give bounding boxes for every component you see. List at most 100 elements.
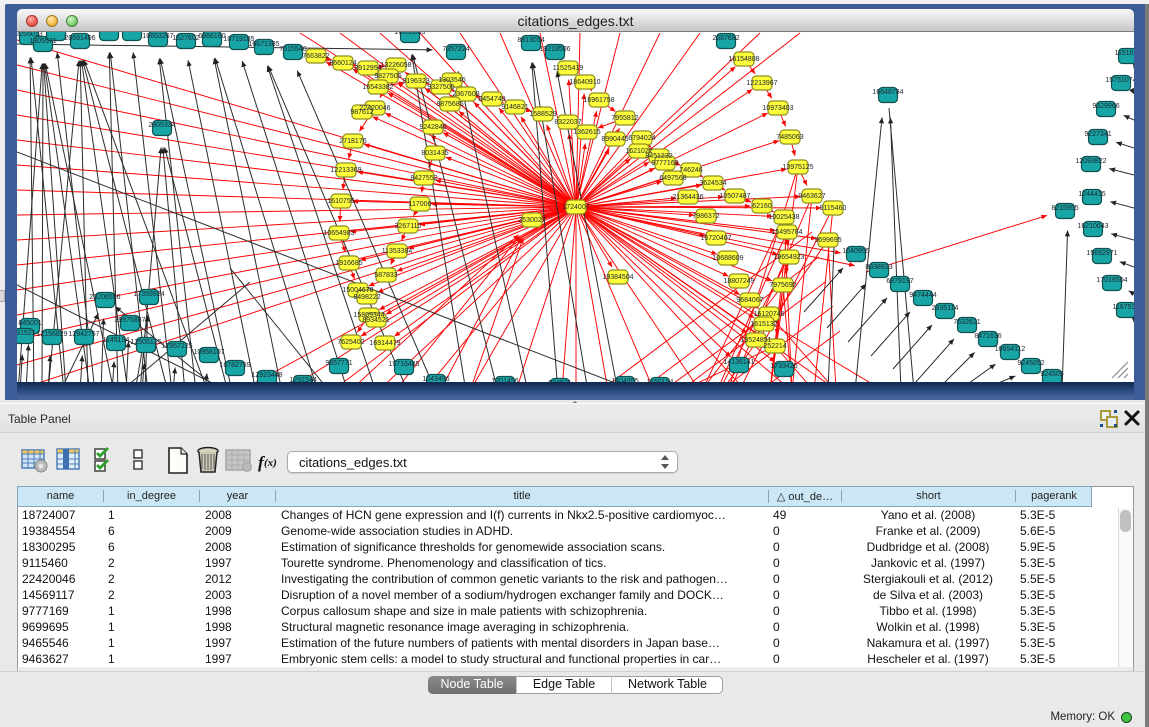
svg-text:9463627: 9463627 xyxy=(798,193,825,200)
svg-text:9146821: 9146821 xyxy=(501,104,528,111)
svg-text:8912954: 8912954 xyxy=(354,65,381,72)
svg-text:6879197: 6879197 xyxy=(886,278,913,285)
svg-text:8938923: 8938923 xyxy=(865,264,892,271)
svg-text:11525419: 11525419 xyxy=(553,65,584,72)
svg-text:1362615: 1362615 xyxy=(573,129,600,136)
svg-text:17957225: 17957225 xyxy=(161,343,192,350)
svg-text:10973403: 10973403 xyxy=(762,105,793,112)
svg-text:8215955: 8215955 xyxy=(1051,205,1078,212)
svg-text:17359924: 17359924 xyxy=(133,291,164,298)
svg-text:1615132: 1615132 xyxy=(750,321,777,328)
svg-text:7357224: 7357224 xyxy=(442,46,469,53)
svg-text:2530027: 2530027 xyxy=(518,217,545,224)
svg-text:9657771: 9657771 xyxy=(325,360,352,367)
svg-text:8196323: 8196323 xyxy=(402,78,429,85)
svg-text:1640955: 1640955 xyxy=(842,248,869,255)
svg-text:7663822: 7663822 xyxy=(302,53,329,60)
svg-text:9474444: 9474444 xyxy=(909,292,936,299)
svg-text:10507487: 10507487 xyxy=(719,193,750,200)
svg-text:8454749: 8454749 xyxy=(478,96,505,103)
svg-text:(x): (x) xyxy=(264,457,277,469)
svg-text:16543382: 16543382 xyxy=(362,84,393,91)
svg-text:1916685: 1916685 xyxy=(335,260,362,267)
svg-text:587833: 587833 xyxy=(374,272,397,279)
svg-text:1303546: 1303546 xyxy=(438,77,465,84)
svg-text:12156829: 12156829 xyxy=(36,331,67,338)
svg-text:16914479: 16914479 xyxy=(369,340,400,347)
svg-text:12213369: 12213369 xyxy=(330,167,361,174)
svg-text:7625402: 7625402 xyxy=(337,339,364,346)
svg-text:7632621: 7632621 xyxy=(953,319,980,326)
svg-text:3267110: 3267110 xyxy=(395,223,422,230)
svg-text:18807249: 18807249 xyxy=(723,278,754,285)
svg-text:8451232: 8451232 xyxy=(645,153,672,160)
svg-text:19654923: 19654923 xyxy=(773,254,804,261)
svg-text:17016504: 17016504 xyxy=(1096,277,1127,284)
svg-text:1167534: 1167534 xyxy=(1113,304,1134,311)
svg-text:9115460: 9115460 xyxy=(820,205,847,212)
svg-text:14136141: 14136141 xyxy=(723,359,754,366)
svg-text:9699695: 9699695 xyxy=(814,237,841,244)
svg-text:8660124: 8660124 xyxy=(329,60,356,67)
svg-text:746246: 746246 xyxy=(679,167,702,174)
svg-text:9827505: 9827505 xyxy=(374,73,401,80)
svg-text:9245052: 9245052 xyxy=(1017,360,1044,367)
svg-text:9242848: 9242848 xyxy=(419,124,446,131)
svg-text:3624534: 3624534 xyxy=(699,180,726,187)
svg-text:15004678: 15004678 xyxy=(342,287,373,294)
svg-text:1527602: 1527602 xyxy=(172,35,199,42)
svg-text:9329966: 9329966 xyxy=(1092,103,1119,110)
svg-text:10958107: 10958107 xyxy=(193,349,224,356)
svg-text:15716485: 15716485 xyxy=(388,361,419,368)
svg-text:8990445: 8990445 xyxy=(601,136,628,143)
svg-text:8498222: 8498222 xyxy=(353,294,380,301)
svg-text:2687682: 2687682 xyxy=(712,35,739,42)
svg-text:6966160: 6966160 xyxy=(198,33,225,40)
svg-text:12942757: 12942757 xyxy=(68,331,99,338)
svg-text:9327505: 9327505 xyxy=(427,84,454,91)
svg-text:13226058: 13226058 xyxy=(380,62,411,69)
svg-text:8813054: 8813054 xyxy=(517,37,544,44)
svg-text:13975125: 13975125 xyxy=(782,164,813,171)
svg-text:8875685: 8875685 xyxy=(436,101,463,108)
svg-text:2367608: 2367608 xyxy=(452,91,479,98)
svg-text:19218506: 19218506 xyxy=(539,46,570,53)
svg-text:7986372: 7986372 xyxy=(692,213,719,220)
svg-text:8427552: 8427552 xyxy=(410,175,437,182)
svg-text:10654983: 10654983 xyxy=(323,230,354,237)
svg-text:7485063: 7485063 xyxy=(776,134,803,141)
svg-text:16648784: 16648784 xyxy=(872,89,903,96)
svg-text:1145194: 1145194 xyxy=(103,337,130,344)
svg-text:6497568: 6497568 xyxy=(659,175,686,182)
svg-text:1588529: 1588529 xyxy=(529,111,556,118)
svg-text:2718176: 2718176 xyxy=(339,138,366,145)
svg-text:62160: 62160 xyxy=(752,203,772,210)
svg-text:7955812: 7955812 xyxy=(611,115,638,122)
svg-text:9777169: 9777169 xyxy=(651,160,678,167)
svg-text:7975692: 7975692 xyxy=(769,282,796,289)
svg-text:12923448: 12923448 xyxy=(251,372,282,379)
svg-text:21364436: 21364436 xyxy=(672,194,703,201)
svg-text:15495784: 15495784 xyxy=(771,229,802,236)
svg-text:16671385: 16671385 xyxy=(248,41,279,48)
svg-text:16210643: 16210643 xyxy=(1077,223,1108,230)
svg-text:987612: 987612 xyxy=(350,109,373,116)
svg-text:7515546: 7515546 xyxy=(279,46,306,53)
svg-text:1305571: 1305571 xyxy=(29,38,56,45)
svg-text:8031435: 8031435 xyxy=(421,150,448,157)
svg-text:16154808: 16154808 xyxy=(728,56,759,63)
svg-text:9227341: 9227341 xyxy=(1084,131,1111,138)
svg-text:8934521: 8934521 xyxy=(362,317,389,324)
svg-text:391521: 391521 xyxy=(17,330,36,337)
svg-text:8322037: 8322037 xyxy=(554,119,581,126)
svg-text:1610755: 1610755 xyxy=(327,198,354,205)
svg-text:2935114: 2935114 xyxy=(932,305,959,312)
svg-text:15720407: 15720407 xyxy=(700,235,731,242)
svg-text:117006: 117006 xyxy=(409,201,432,208)
svg-text:8471636: 8471636 xyxy=(974,333,1001,340)
svg-text:6794024: 6794024 xyxy=(628,135,655,142)
svg-text:16033809: 16033809 xyxy=(394,32,425,36)
svg-text:16782759: 16782759 xyxy=(219,362,250,369)
svg-text:1244415: 1244415 xyxy=(1078,191,1105,198)
svg-text:10025438: 10025438 xyxy=(768,214,799,221)
